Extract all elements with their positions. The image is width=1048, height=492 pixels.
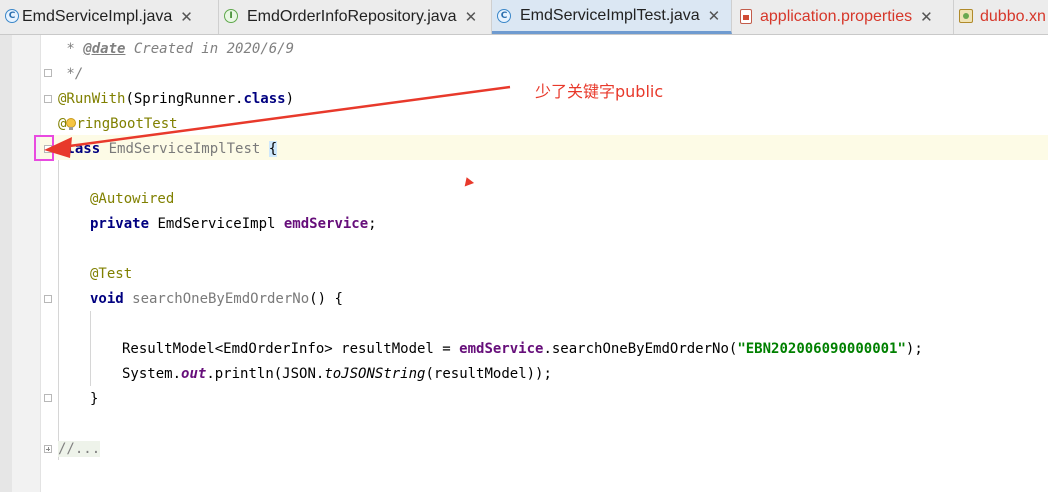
arrow-shaft [61,85,511,149]
ide-window: C EmdServiceImpl.java ✕ I EmdOrderInfoRe… [0,0,1048,492]
annotation-arrow [44,85,511,158]
arrow-head [44,137,72,158]
